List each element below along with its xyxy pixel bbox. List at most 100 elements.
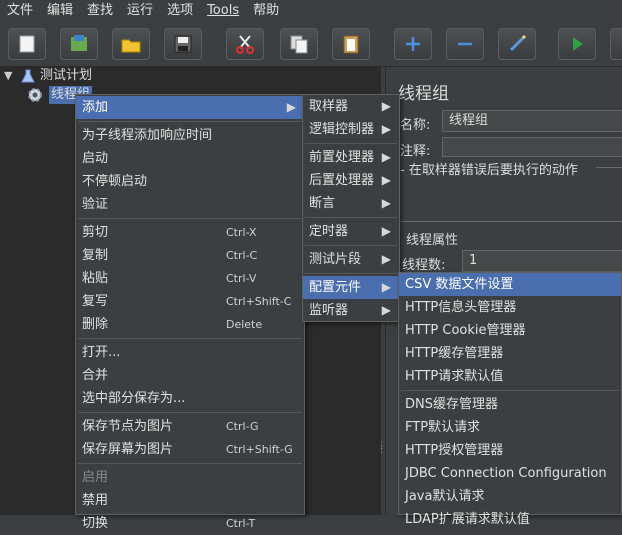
context-menu-item[interactable]: 保存节点为图片 Ctrl-G (76, 415, 304, 438)
context-menu-item[interactable]: 剪切 Ctrl-X (76, 221, 304, 244)
context-menu-item[interactable]: 验证 (76, 193, 304, 216)
context-menu-item[interactable]: 启动 (76, 147, 304, 170)
context-menu-item[interactable]: 切换 Ctrl-T (76, 512, 304, 535)
open-button[interactable] (112, 28, 150, 60)
add-submenu-item[interactable]: 定时器 ▶ (303, 220, 399, 243)
menu-run[interactable]: 运行 (120, 0, 160, 22)
menu-item-label: 后置处理器 (309, 173, 375, 188)
panel-title: 线程组 (398, 84, 449, 104)
menu-item-label: 前置处理器 (309, 150, 375, 165)
context-menu-item[interactable]: 删除 Delete (76, 313, 304, 336)
menu-file[interactable]: 文件 (0, 0, 40, 22)
error-action-text: 在取样器错误后要执行的动作 (408, 163, 578, 178)
menu-item-shortcut: Ctrl-T (226, 517, 256, 530)
config-submenu-item[interactable]: HTTP Cookie管理器 (399, 319, 621, 342)
play-icon (618, 33, 622, 55)
expand-all-button[interactable] (394, 28, 432, 60)
cut-button[interactable] (226, 28, 264, 60)
add-submenu-item[interactable]: 测试片段 ▶ (303, 248, 399, 271)
tree-node-label: 测试计划 (40, 68, 93, 83)
context-menu-item[interactable]: 禁用 (76, 489, 304, 512)
new-button[interactable] (8, 28, 46, 60)
menu-help[interactable]: 帮助 (246, 0, 286, 22)
error-action-label: - 在取样器错误后要执行的动作 (400, 163, 578, 178)
templates-button[interactable] (60, 28, 98, 60)
config-submenu-item[interactable]: JDBC Connection Configuration (399, 462, 621, 485)
context-menu: 添加 ▶ 为子线程添加响应时间启动不停顿启动验证剪切 Ctrl-X 复制 Ctrl-C 粘贴… (75, 94, 305, 531)
chevron-right-icon: ▶ (381, 280, 391, 294)
context-menu-item[interactable]: 不停顿启动 (76, 170, 304, 193)
menu-options[interactable]: 选项 (160, 0, 200, 22)
play-icon (573, 37, 583, 51)
menu-separator (305, 273, 397, 274)
config-submenu-item[interactable]: HTTP信息头管理器 (399, 296, 621, 319)
group-divider (400, 221, 622, 222)
scissors-icon (236, 35, 254, 54)
menu-item-label: 复写 (82, 294, 109, 309)
menu-item-label: 删除 (82, 317, 109, 332)
chevron-right-icon: ▶ (381, 224, 391, 238)
context-menu-item[interactable]: 保存屏幕为图片 Ctrl+Shift-G (76, 438, 304, 461)
add-submenu-item[interactable]: 取样器 ▶ (303, 95, 399, 118)
templates-icon (71, 35, 87, 51)
context-menu-item[interactable]: 添加 ▶ (76, 96, 304, 119)
menu-separator (305, 143, 397, 144)
config-submenu-item[interactable]: HTTP授权管理器 (399, 439, 621, 462)
menu-item-label: 不停顿启动 (82, 174, 148, 189)
chevron-right-icon: ▶ (381, 303, 391, 317)
config-submenu-item[interactable]: HTTP缓存管理器 (399, 342, 621, 365)
add-submenu-item[interactable]: 监听器 ▶ (303, 299, 399, 322)
menu-separator (401, 390, 619, 391)
config-submenu-item[interactable]: FTP默认请求 (399, 416, 621, 439)
menu-item-label: 打开... (82, 345, 121, 360)
context-menu-item[interactable]: 启用 (76, 466, 304, 489)
menu-item-label: LDAP扩展请求默认值 (405, 512, 530, 527)
start-no-pause-button[interactable] (610, 28, 622, 60)
menu-edit[interactable]: 编辑 (40, 0, 80, 22)
config-submenu-item[interactable]: CSV 数据文件设置 (399, 273, 621, 296)
menubar: 文件 编辑 查找 运行 选项 Tools 帮助 (0, 0, 622, 22)
name-input[interactable]: 线程组 (442, 110, 622, 132)
collapse-all-button[interactable] (446, 28, 484, 60)
config-submenu-item[interactable]: HTTP请求默认值 (399, 365, 621, 388)
menu-item-label: HTTP Cookie管理器 (405, 323, 526, 338)
menu-item-label: 启动 (82, 151, 109, 166)
add-submenu-item[interactable]: 配置元件 ▶ (303, 276, 399, 299)
menu-item-label: 逻辑控制器 (309, 122, 375, 137)
start-button[interactable] (558, 28, 596, 60)
comment-input[interactable] (442, 137, 622, 157)
context-menu-item[interactable]: 选中部分保存为... (76, 387, 304, 410)
add-submenu-item[interactable]: 前置处理器 ▶ (303, 146, 399, 169)
save-button[interactable] (164, 28, 202, 60)
menu-item-shortcut: Delete (226, 318, 263, 331)
splitter-handle-icon[interactable]: ⋮ ⋮ (377, 442, 386, 455)
tree-node-test-plan[interactable]: 测试计划 (20, 67, 92, 85)
add-submenu-item[interactable]: 逻辑控制器 ▶ (303, 118, 399, 141)
toggle-button[interactable] (498, 28, 536, 60)
context-menu-item[interactable]: 打开... (76, 341, 304, 364)
menu-item-label: HTTP授权管理器 (405, 443, 504, 458)
copy-button[interactable] (280, 28, 318, 60)
add-submenu-item[interactable]: 断言 ▶ (303, 192, 399, 215)
tree-expand-toggle-icon[interactable]: ▼ (4, 69, 18, 83)
paste-button[interactable] (332, 28, 370, 60)
context-menu-item[interactable]: 粘贴 Ctrl-V (76, 267, 304, 290)
group-divider (596, 167, 622, 168)
config-submenu-item[interactable]: DNS缓存管理器 (399, 393, 621, 416)
menu-item-label: Java默认请求 (405, 489, 485, 504)
menu-search[interactable]: 查找 (80, 0, 120, 22)
context-menu-item[interactable]: 合并 (76, 364, 304, 387)
context-menu-item[interactable]: 复写 Ctrl+Shift-C (76, 290, 304, 313)
menu-item-label: HTTP请求默认值 (405, 369, 504, 384)
context-menu-item[interactable]: 复制 Ctrl-C (76, 244, 304, 267)
menu-tools[interactable]: Tools (200, 0, 246, 22)
add-submenu-item[interactable]: 后置处理器 ▶ (303, 169, 399, 192)
menu-item-label: JDBC Connection Configuration (405, 466, 607, 481)
menu-tools-label: Tools (207, 3, 240, 18)
config-submenu-item[interactable]: LDAP扩展请求默认值 (399, 508, 621, 531)
menu-separator (78, 121, 302, 122)
config-submenu-item[interactable]: Java默认请求 (399, 485, 621, 508)
threads-input[interactable]: 1 (462, 250, 622, 272)
context-menu-item[interactable]: 为子线程添加响应时间 (76, 124, 304, 147)
wand-icon (509, 34, 527, 52)
